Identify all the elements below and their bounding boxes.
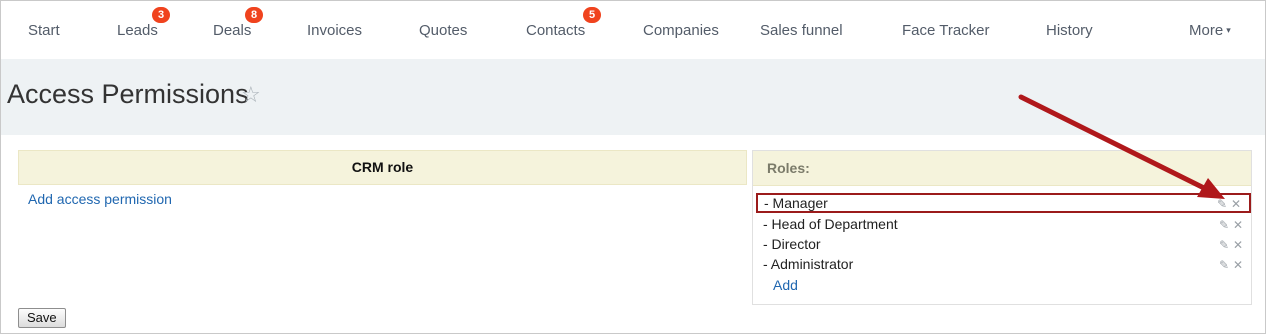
nav-label: History — [1046, 22, 1093, 39]
nav-face-tracker[interactable]: Face Tracker — [902, 22, 990, 39]
nav-label: Leads — [117, 22, 158, 39]
role-label: - Director — [763, 236, 821, 252]
nav-start[interactable]: Start — [28, 22, 60, 39]
edit-icon[interactable]: ✎ — [1217, 216, 1231, 235]
nav-sales-funnel[interactable]: Sales funnel — [760, 22, 843, 39]
save-button[interactable]: Save — [18, 308, 66, 328]
edit-icon[interactable]: ✎ — [1217, 236, 1231, 255]
add-role-link[interactable]: Add — [773, 277, 798, 293]
roles-panel: Roles: - Manager ✎ ✕ - Head of Department… — [752, 150, 1252, 305]
roles-header: Roles: — [753, 151, 1251, 186]
role-label: - Manager — [764, 195, 828, 211]
role-item-head-of-department[interactable]: - Head of Department ✎ ✕ — [756, 215, 1251, 235]
close-icon[interactable]: ✕ — [1229, 196, 1243, 212]
role-actions: ✎ ✕ — [1217, 236, 1245, 255]
role-actions: ✎ ✕ — [1217, 256, 1245, 275]
role-actions: ✎ ✕ — [1215, 196, 1243, 212]
top-nav: Start Leads 3 Deals 8 Invoices Quotes Co… — [1, 1, 1265, 59]
edit-icon[interactable]: ✎ — [1217, 256, 1231, 275]
page-title: Access Permissions — [7, 79, 249, 109]
crm-window: Start Leads 3 Deals 8 Invoices Quotes Co… — [0, 0, 1266, 334]
nav-label: Face Tracker — [902, 22, 990, 39]
nav-label: Sales funnel — [760, 22, 843, 39]
add-access-permission-link[interactable]: Add access permission — [28, 191, 172, 207]
chevron-down-icon: ▾ — [1226, 25, 1231, 35]
nav-label: Invoices — [307, 22, 363, 39]
nav-deals[interactable]: Deals 8 — [213, 7, 264, 39]
close-icon[interactable]: ✕ — [1231, 216, 1245, 235]
leads-count-badge: 3 — [152, 7, 171, 23]
nav-label: More — [1189, 22, 1224, 39]
close-icon[interactable]: ✕ — [1231, 256, 1245, 275]
nav-invoices[interactable]: Invoices — [307, 22, 362, 39]
nav-companies[interactable]: Companies — [643, 22, 719, 39]
role-label: - Administrator — [763, 256, 854, 272]
nav-contacts[interactable]: Contacts 5 — [526, 7, 602, 39]
nav-quotes[interactable]: Quotes — [419, 22, 467, 39]
role-item-administrator[interactable]: - Administrator ✎ ✕ — [756, 255, 1251, 275]
nav-label: Deals — [213, 22, 252, 39]
role-label: - Head of Department — [763, 216, 898, 232]
role-item-manager[interactable]: - Manager ✎ ✕ — [756, 193, 1251, 213]
page-header: Access Permissions ☆ — [1, 59, 1265, 135]
crm-role-column-header: CRM role — [18, 150, 747, 185]
nav-more[interactable]: More ▾ — [1189, 22, 1231, 39]
role-item-director[interactable]: - Director ✎ ✕ — [756, 235, 1251, 255]
nav-leads[interactable]: Leads 3 — [117, 7, 171, 39]
nav-label: Companies — [643, 22, 719, 39]
nav-label: Contacts — [526, 22, 586, 39]
role-actions: ✎ ✕ — [1217, 216, 1245, 235]
edit-icon[interactable]: ✎ — [1215, 196, 1229, 212]
deals-count-badge: 8 — [245, 7, 264, 23]
nav-history[interactable]: History — [1046, 22, 1093, 39]
nav-label: Start — [28, 22, 60, 39]
contacts-count-badge: 5 — [583, 7, 602, 23]
star-icon[interactable]: ☆ — [241, 82, 261, 108]
close-icon[interactable]: ✕ — [1231, 236, 1245, 255]
nav-label: Quotes — [419, 22, 468, 39]
